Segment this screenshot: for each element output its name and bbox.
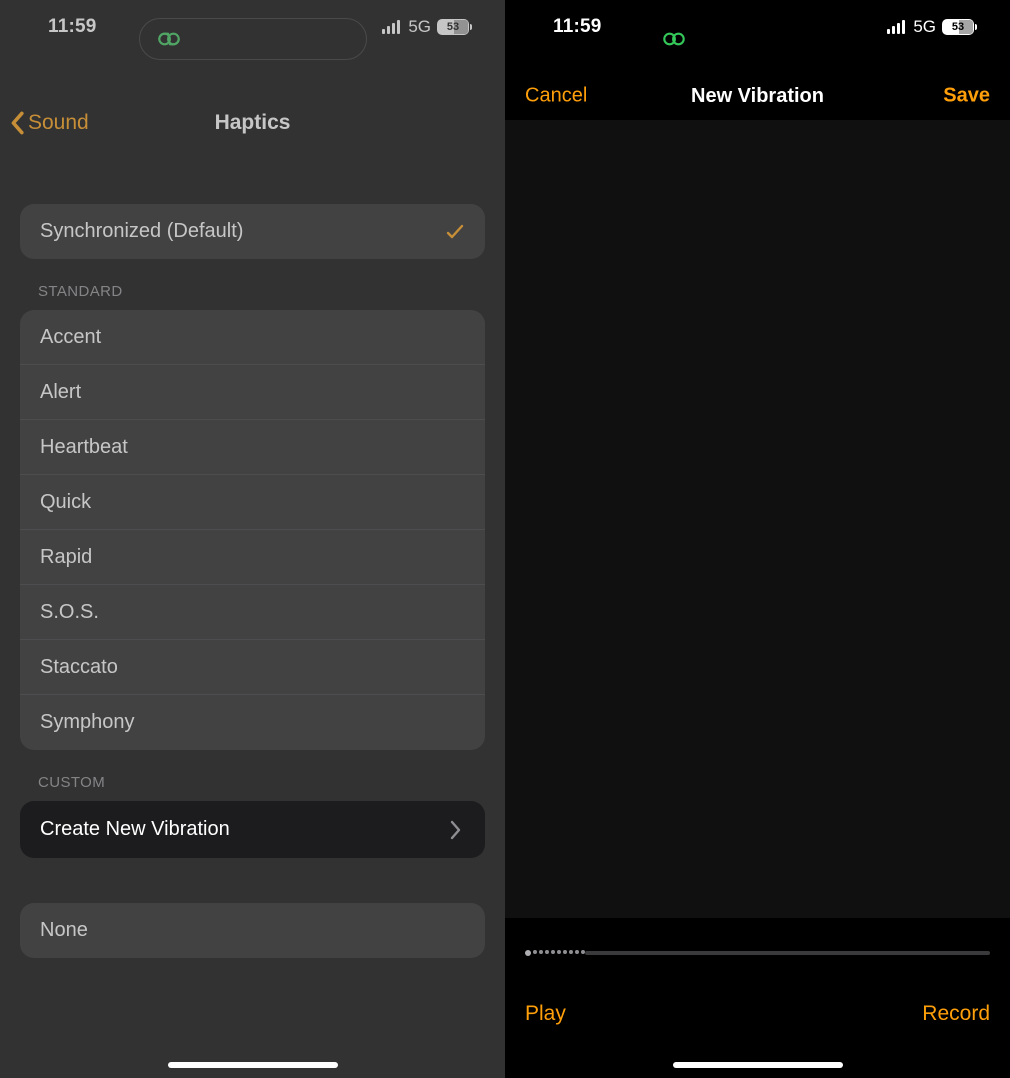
row-synchronized[interactable]: Synchronized (Default) <box>20 204 485 259</box>
back-button[interactable]: Sound <box>8 111 89 135</box>
dynamic-island <box>644 18 872 60</box>
row-label: Symphony <box>40 711 135 734</box>
standard-group: Accent Alert Heartbeat Quick Rapid S.O.S… <box>20 310 485 750</box>
default-group: Synchronized (Default) <box>20 204 485 259</box>
row-quick[interactable]: Quick <box>20 475 485 530</box>
row-alert[interactable]: Alert <box>20 365 485 420</box>
link-icon <box>659 27 689 51</box>
cancel-button[interactable]: Cancel <box>525 85 587 108</box>
row-label: S.O.S. <box>40 601 99 624</box>
row-label: Accent <box>40 326 101 349</box>
row-label: Synchronized (Default) <box>40 220 243 243</box>
vibration-timeline[interactable] <box>525 946 990 960</box>
record-button[interactable]: Record <box>922 1002 990 1026</box>
modal-nav: Cancel New Vibration Save <box>505 72 1010 120</box>
battery-icon: 53 <box>437 19 469 35</box>
row-accent[interactable]: Accent <box>20 310 485 365</box>
battery-percent: 53 <box>943 20 973 34</box>
phone-haptics-list: 11:59 5G 53 Sound Hapt <box>0 0 505 1078</box>
row-staccato[interactable]: Staccato <box>20 640 485 695</box>
network-type: 5G <box>408 17 431 37</box>
row-rapid[interactable]: Rapid <box>20 530 485 585</box>
row-label: Create New Vibration <box>40 818 230 841</box>
home-indicator[interactable] <box>673 1062 843 1068</box>
nav-bar: Sound Haptics <box>0 95 505 151</box>
row-sos[interactable]: S.O.S. <box>20 585 485 640</box>
row-create-new-vibration[interactable]: Create New Vibration <box>20 801 485 858</box>
cellular-signal-icon <box>382 20 401 34</box>
row-label: Alert <box>40 381 81 404</box>
phone-new-vibration: 11:59 5G 53 Cancel New Vibration Save <box>505 0 1010 1078</box>
vibration-tap-area[interactable] <box>505 120 1010 918</box>
checkmark-icon <box>445 222 465 242</box>
status-time: 11:59 <box>553 16 602 38</box>
section-header-custom: CUSTOM <box>20 750 485 801</box>
row-none[interactable]: None <box>20 903 485 958</box>
home-indicator[interactable] <box>168 1062 338 1068</box>
cellular-signal-icon <box>887 20 906 34</box>
network-type: 5G <box>913 17 936 37</box>
status-time: 11:59 <box>48 16 97 38</box>
row-symphony[interactable]: Symphony <box>20 695 485 750</box>
play-button[interactable]: Play <box>525 1002 566 1026</box>
link-icon <box>154 27 184 51</box>
page-title: Haptics <box>215 111 291 135</box>
section-header-standard: STANDARD <box>20 259 485 310</box>
battery-percent: 53 <box>438 20 468 34</box>
save-button[interactable]: Save <box>943 85 990 108</box>
timeline-dots-icon <box>525 950 585 956</box>
dynamic-island <box>139 18 367 60</box>
footer-controls: Play Record <box>525 1002 990 1026</box>
chevron-right-icon <box>445 820 465 840</box>
none-group: None <box>20 903 485 958</box>
row-heartbeat[interactable]: Heartbeat <box>20 420 485 475</box>
row-label: Heartbeat <box>40 436 128 459</box>
back-label: Sound <box>28 111 89 135</box>
chevron-left-icon <box>8 111 26 135</box>
modal-title: New Vibration <box>691 85 824 108</box>
row-label: None <box>40 919 88 942</box>
row-label: Quick <box>40 491 91 514</box>
battery-icon: 53 <box>942 19 974 35</box>
row-label: Rapid <box>40 546 92 569</box>
timeline-track <box>585 951 990 955</box>
row-label: Staccato <box>40 656 118 679</box>
